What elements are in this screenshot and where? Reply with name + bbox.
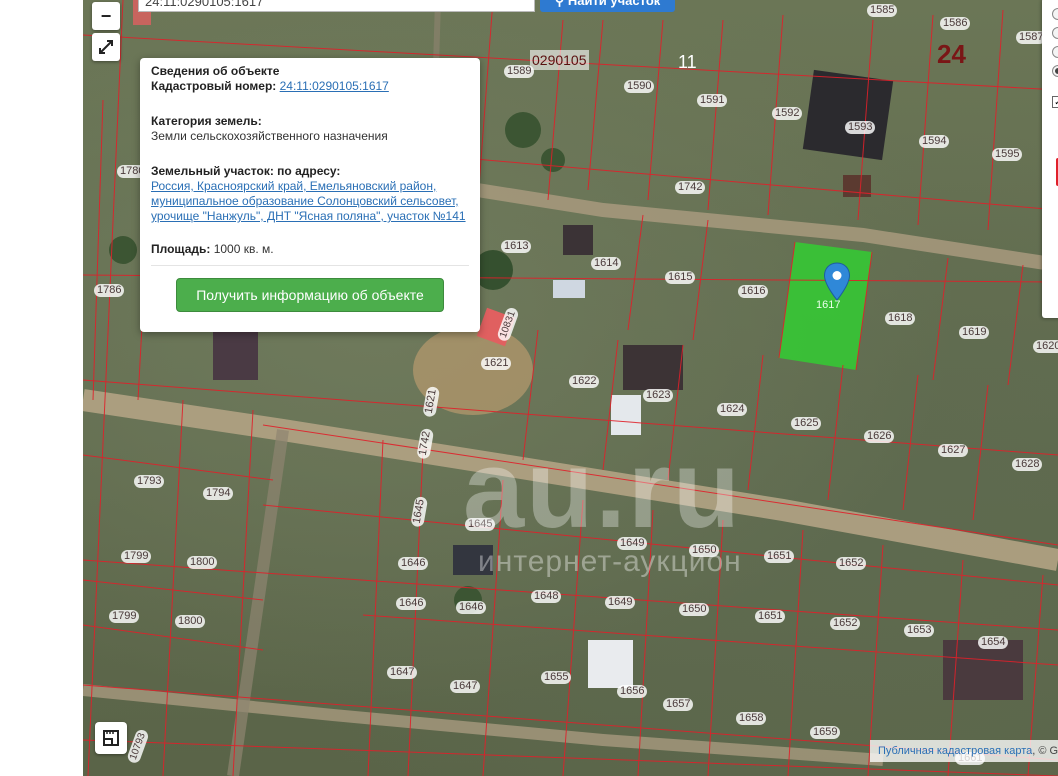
plot-label: 1585 <box>867 4 898 17</box>
plot-label: 1627 <box>938 444 969 457</box>
search-input[interactable]: 24:11:0290105:1617 <box>138 0 535 12</box>
plot-label: 1657 <box>663 698 694 711</box>
popup-header: Сведения об объекте <box>151 64 280 78</box>
plot-label: 1742 <box>675 181 706 194</box>
watermark: au.ru <box>463 428 742 551</box>
plot-label: 1590 <box>624 80 655 93</box>
search-button-label: Найти участок <box>567 0 661 8</box>
plot-label: 1589 <box>504 65 535 78</box>
plot-label: 1623 <box>643 389 674 402</box>
ruler-button[interactable] <box>95 722 127 754</box>
plot-label: 1799 <box>109 610 140 623</box>
plot-label: 1794 <box>203 487 234 500</box>
plot-label: 1616 <box>738 285 769 298</box>
plot-label: 1594 <box>919 135 950 148</box>
get-object-info-button[interactable]: Получить информацию об объекте <box>176 278 444 312</box>
plot-label: 1655 <box>541 671 572 684</box>
plot-label: 1592 <box>772 107 803 120</box>
layer-radio[interactable] <box>1052 8 1058 20</box>
popup-divider <box>151 265 469 266</box>
plot-label: 1658 <box>736 712 767 725</box>
plot-label: 1646 <box>398 557 429 570</box>
quarter-label: 0290105 <box>530 50 589 70</box>
plot-label: 1799 <box>121 550 152 563</box>
plot-label: 1647 <box>450 680 481 693</box>
fullscreen-button[interactable] <box>92 33 120 61</box>
area-value: 1000 кв. м. <box>213 242 274 256</box>
map-attribution: Публичная кадастровая карта, © G <box>870 740 1058 762</box>
plot-label: 1793 <box>134 475 165 488</box>
plot-label: 1646 <box>396 597 427 610</box>
layer-radio[interactable] <box>1052 46 1058 58</box>
area-label: Площадь: <box>151 242 211 256</box>
layer-radio-selected[interactable] <box>1052 65 1058 77</box>
cadastral-number-link[interactable]: 24:11:0290105:1617 <box>280 79 389 93</box>
layer-checkbox[interactable]: ✓ <box>1052 96 1058 108</box>
plot-label: 1614 <box>591 257 622 270</box>
search-button[interactable]: ⚲ Найти участок <box>540 0 675 12</box>
plot-label: 1646 <box>456 601 487 614</box>
plot-label: 1800 <box>187 556 218 569</box>
plot-label: 1648 <box>531 590 562 603</box>
plot-label: 1628 <box>1012 458 1043 471</box>
plot-label: 1650 <box>679 603 710 616</box>
cadastral-label: Кадастровый номер: <box>151 79 277 93</box>
expand-icon <box>99 40 113 54</box>
plot-label: 1619 <box>959 326 990 339</box>
layers-panel: ✓ <box>1042 0 1058 318</box>
plot-label: 1595 <box>992 148 1023 161</box>
address-link[interactable]: Россия, Красноярский край, Емельяновский… <box>151 179 466 223</box>
attribution-link[interactable]: Публичная кадастровая карта <box>878 745 1032 757</box>
plot-label: 1625 <box>791 417 822 430</box>
plot-label: 1800 <box>175 615 206 628</box>
category-label: Категория земель: <box>151 114 262 128</box>
category-value: Земли сельскохозяйственного назначения <box>151 129 388 143</box>
plot-label: 1653 <box>904 624 935 637</box>
plot-label: 1618 <box>885 312 916 325</box>
map-pin-icon[interactable] <box>823 262 851 302</box>
plot-label: 1593 <box>845 121 876 134</box>
plot-label: 1651 <box>764 550 795 563</box>
plot-label: 1656 <box>617 685 648 698</box>
quarter-label: 11 <box>678 52 697 72</box>
plot-label: 1620 <box>1033 340 1058 353</box>
address-label: Земельный участок: по адресу: <box>151 164 341 178</box>
plot-label: 1649 <box>605 596 636 609</box>
layer-radio[interactable] <box>1052 27 1058 39</box>
plot-label: 1654 <box>978 636 1009 649</box>
object-info-popup: Сведения об объекте Кадастровый номер: 2… <box>140 58 480 332</box>
plot-label: 1613 <box>501 240 532 253</box>
plot-label: 1591 <box>697 94 728 107</box>
plot-label: 1622 <box>569 375 600 388</box>
plot-label: 1786 <box>94 284 125 297</box>
plot-label: 1615 <box>665 271 696 284</box>
plot-label: 1659 <box>810 726 841 739</box>
ruler-icon <box>103 730 119 746</box>
plot-label: 1586 <box>940 17 971 30</box>
plot-label: 1621 <box>481 357 512 370</box>
plot-label: 1626 <box>864 430 895 443</box>
plot-label: 1652 <box>830 617 861 630</box>
quarter-label: 24 <box>937 39 966 69</box>
attribution-suffix: , © G <box>1032 745 1058 757</box>
plot-label: 1647 <box>387 666 418 679</box>
zoom-out-button[interactable]: − <box>92 2 120 30</box>
plot-label: 1624 <box>717 403 748 416</box>
search-icon: ⚲ <box>554 0 568 8</box>
plot-label: 1651 <box>755 610 786 623</box>
watermark-subtitle: интернет-аукцион <box>478 545 742 578</box>
plot-label: 1652 <box>836 557 867 570</box>
